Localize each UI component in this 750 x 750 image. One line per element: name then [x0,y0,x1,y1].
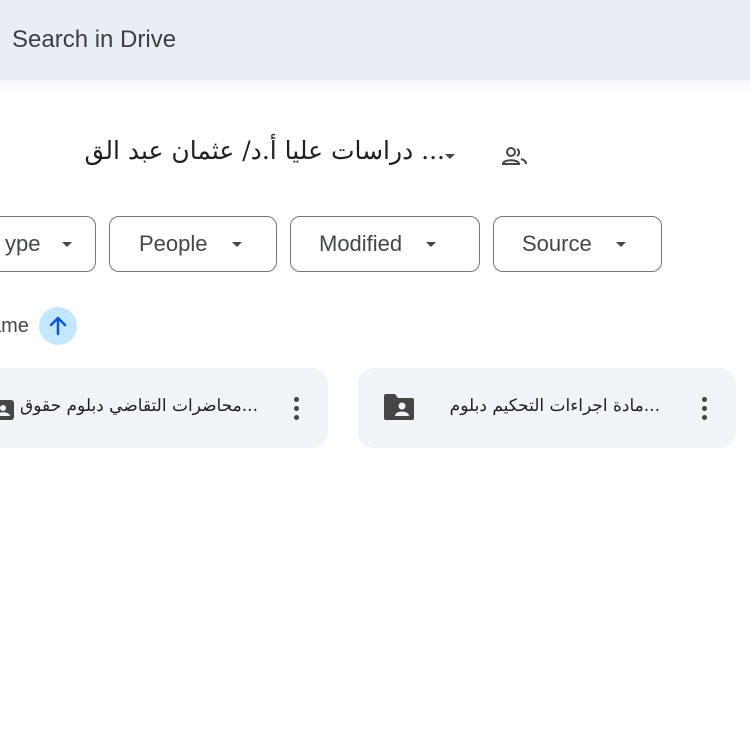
folder-options-dropdown-icon[interactable] [438,144,462,168]
search-bar[interactable]: Search in Drive [0,0,750,80]
more-options-icon[interactable] [284,393,308,423]
sort-row: ame [0,306,77,346]
chevron-down-icon [426,241,437,247]
folder-card[interactable]: ...محاضرات التقاضي دبلوم حقوق [0,368,328,448]
arrow-up-icon [49,316,67,336]
more-options-icon[interactable] [692,393,716,423]
chevron-down-icon [231,241,242,247]
shared-folder-icon [382,392,416,422]
folder-name: ...محاضرات التقاضي دبلوم حقوق [20,396,258,416]
chevron-down-icon [62,241,73,247]
shared-folder-icon [0,398,16,420]
chip-label: Source [522,231,592,256]
search-bar-shadow [0,80,750,94]
filter-chip-people[interactable]: People [109,216,277,272]
search-input[interactable]: Search in Drive [12,26,176,54]
sort-direction-button[interactable] [38,307,77,345]
chip-label: Modified [319,231,403,256]
chevron-down-icon [615,241,626,247]
filter-chip-source[interactable]: Source [493,216,662,272]
filter-chip-type[interactable]: ype [0,216,96,272]
breadcrumb: ... دراسات عليا أ.د/ عثمان عبد الق [0,128,560,184]
sort-label[interactable]: ame [0,315,29,338]
chip-label: People [139,231,208,256]
shared-people-icon[interactable] [500,142,530,172]
filter-chip-modified[interactable]: Modified [290,216,480,272]
folder-name: ...مادة اجراءات التحكيم دبلوم [449,396,660,416]
chip-label: ype [5,231,41,256]
folder-card[interactable]: ...مادة اجراءات التحكيم دبلوم [358,368,736,448]
folder-title[interactable]: ... دراسات عليا أ.د/ عثمان عبد الق [85,136,445,165]
